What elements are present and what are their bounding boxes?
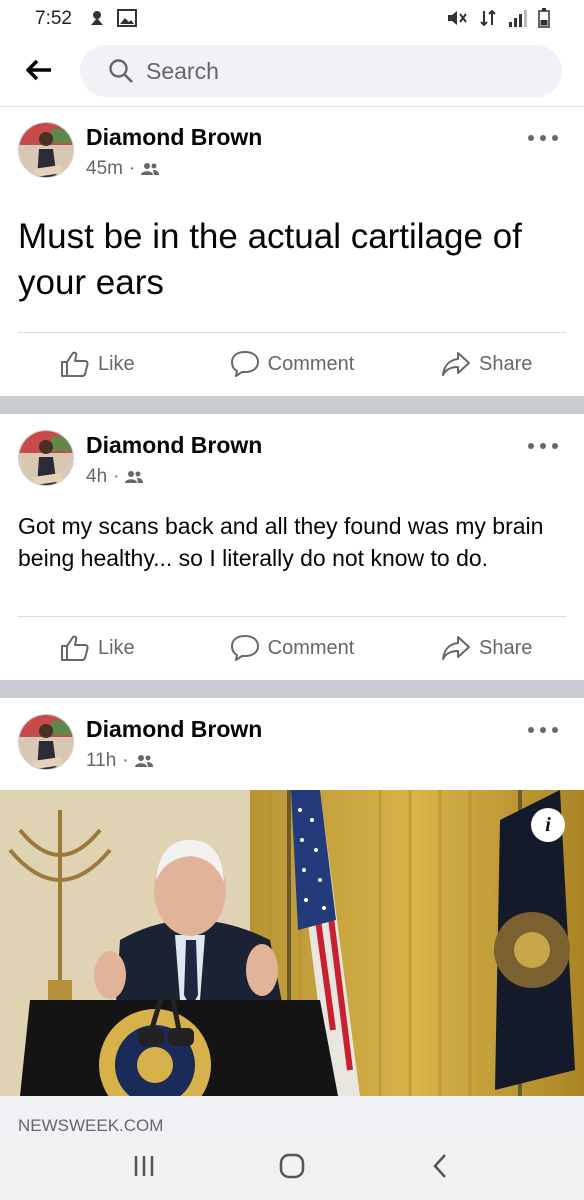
post: Diamond Brown 45m · Must be in the actua…	[0, 108, 584, 396]
status-time: 7:52	[35, 8, 72, 29]
notification-icon	[91, 11, 103, 25]
more-icon[interactable]	[528, 720, 558, 740]
post-actions: Like Comment Share	[0, 618, 584, 678]
search-icon	[109, 59, 133, 83]
status-bar: 7:52	[0, 0, 584, 36]
post: Diamond Brown 11h ·	[0, 698, 584, 790]
nav-back-icon	[433, 1154, 446, 1178]
back-button[interactable]	[20, 54, 58, 86]
divider	[18, 332, 566, 333]
audience-friends-icon	[141, 163, 160, 175]
feed-separator	[0, 396, 584, 414]
divider	[18, 616, 566, 617]
share-icon	[441, 636, 470, 660]
search-input[interactable]	[146, 57, 526, 85]
share-label: Share	[478, 352, 533, 375]
post-actions: Like Comment Share	[0, 334, 584, 394]
system-nav-bar	[0, 1132, 584, 1200]
more-icon[interactable]	[528, 436, 558, 456]
home-button[interactable]	[262, 1141, 322, 1191]
share-button[interactable]: Share	[389, 334, 584, 394]
comment-icon	[230, 351, 259, 377]
post: Diamond Brown 4h · Got my scans back and…	[0, 414, 584, 680]
link-preview-bar[interactable]: NEWSWEEK.COM	[0, 1096, 584, 1136]
comment-button[interactable]: Comment	[195, 618, 390, 678]
like-icon	[60, 351, 89, 377]
back-arrow-icon	[26, 59, 51, 81]
comment-label: Comment	[267, 352, 355, 375]
post-meta: 11h ·	[86, 750, 153, 772]
post-text: Got my scans back and all they found was…	[18, 513, 544, 571]
share-icon	[441, 352, 470, 376]
comment-icon	[230, 635, 259, 661]
comment-label: Comment	[267, 636, 355, 659]
mute-icon	[448, 11, 467, 25]
recent-apps-button[interactable]	[114, 1141, 174, 1191]
post-author[interactable]: Diamond Brown	[86, 716, 262, 743]
link-preview-image[interactable]: i	[0, 790, 584, 1096]
share-label: Share	[478, 636, 533, 659]
like-label: Like	[97, 636, 135, 659]
search-header	[0, 36, 584, 107]
more-icon[interactable]	[528, 128, 558, 148]
like-label: Like	[97, 352, 135, 375]
battery-icon	[538, 8, 550, 28]
avatar[interactable]	[18, 122, 74, 178]
recent-apps-icon	[134, 1156, 154, 1176]
info-icon[interactable]: i	[531, 808, 565, 842]
post-time[interactable]: 11h	[86, 750, 116, 772]
avatar[interactable]	[18, 714, 74, 770]
post-author[interactable]: Diamond Brown	[86, 124, 262, 151]
share-button[interactable]: Share	[389, 618, 584, 678]
audience-friends-icon	[134, 755, 153, 767]
home-icon	[279, 1153, 305, 1179]
avatar[interactable]	[18, 430, 74, 486]
signal-icon	[509, 10, 527, 27]
post-meta: 4h ·	[86, 466, 144, 488]
comment-button[interactable]: Comment	[195, 334, 390, 394]
audience-friends-icon	[125, 471, 144, 483]
search-box[interactable]	[80, 45, 562, 97]
like-button[interactable]: Like	[0, 618, 195, 678]
like-icon	[60, 635, 89, 661]
post-meta: 45m ·	[86, 158, 160, 180]
like-button[interactable]: Like	[0, 334, 195, 394]
gallery-icon	[117, 9, 137, 27]
nav-back-button[interactable]	[410, 1141, 470, 1191]
post-time[interactable]: 4h	[86, 466, 107, 488]
post-author[interactable]: Diamond Brown	[86, 432, 262, 459]
post-time[interactable]: 45m	[86, 158, 123, 180]
post-text: Must be in the actual cartilage of your …	[18, 217, 522, 302]
data-icon	[480, 9, 496, 27]
feed-separator	[0, 680, 584, 698]
